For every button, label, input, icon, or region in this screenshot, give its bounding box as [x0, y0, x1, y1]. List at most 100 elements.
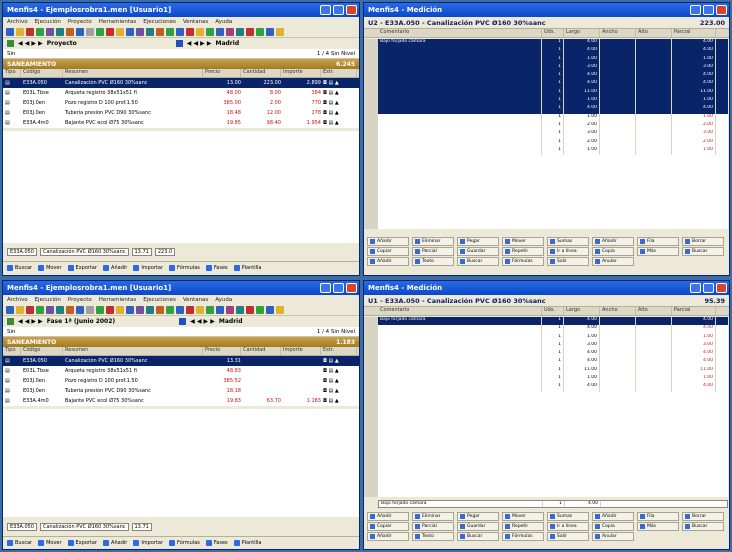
toolbar-button-icon[interactable] — [166, 306, 174, 314]
toolbar-button-icon[interactable] — [36, 306, 44, 314]
measurement-row[interactable]: 1 11.00 11.00 — [378, 88, 728, 98]
toolbar-button-icon[interactable] — [256, 28, 264, 36]
toolbar-button-icon[interactable] — [16, 28, 24, 36]
toolbar-button-icon[interactable] — [146, 28, 154, 36]
table-row[interactable]: ▤ E33A.4m0 Bajante PVC ecol Ø75 30%sanc 19.… — [3, 396, 359, 406]
bottom-toolbar-button[interactable]: Buscar — [7, 264, 32, 271]
table-empty-area[interactable] — [3, 131, 359, 243]
table-row[interactable]: ▤ E03J.0en Tubería presión PVC D90 30%sanc… — [3, 108, 359, 118]
nav-arrows[interactable]: ◀ ◀ ▶ ▶ — [18, 40, 43, 47]
location-icon[interactable] — [179, 318, 187, 325]
toolbar-button-icon[interactable] — [246, 306, 254, 314]
col-precio[interactable]: Precio — [203, 347, 241, 355]
toolbar-button-icon[interactable] — [6, 306, 14, 314]
col-ancho[interactable]: Ancho — [600, 29, 636, 37]
title-bar[interactable]: Menfis4 - Ejemplosrobra1.men [Usuario1] — [3, 281, 359, 295]
col-importe[interactable]: Importe — [281, 347, 321, 355]
measurement-button[interactable]: Texto — [412, 257, 454, 266]
col-comentario[interactable]: Comentario — [378, 307, 542, 315]
table-row[interactable]: ▤ E03J.0en Pozo registro D 100 prof.1.50 38… — [3, 98, 359, 108]
measurement-button[interactable]: Guardar — [457, 522, 499, 531]
table-row[interactable]: ▤ E03L.Tbse Arqueta registro 38x51x51 fi 48… — [3, 88, 359, 98]
measurement-row[interactable]: 1 4.00 4.00 — [378, 383, 728, 392]
minimize-button[interactable] — [690, 5, 701, 15]
col-tipo[interactable]: Tipo — [3, 347, 21, 355]
measurement-button[interactable]: Añadir — [367, 257, 409, 266]
col-parcial[interactable]: Parcial — [672, 307, 716, 315]
toolbar-button-icon[interactable] — [176, 28, 184, 36]
measurement-button[interactable]: Añadir — [367, 532, 409, 541]
title-bar[interactable]: Menfis4 - Ejemplosrobra1.men [Usuario1] — [3, 3, 359, 17]
row-structure-icons[interactable]: ◘ ▤ ▲ — [321, 388, 357, 394]
bottom-toolbar-button[interactable]: Exportar — [67, 539, 97, 546]
toolbar-button-icon[interactable] — [196, 28, 204, 36]
measurement-button[interactable]: Parcial — [412, 247, 454, 256]
measurement-button[interactable]: Fórmulas — [502, 257, 544, 266]
col-estr[interactable]: Estr. — [321, 69, 357, 77]
toolbar-button-icon[interactable] — [206, 28, 214, 36]
toolbar-button-icon[interactable] — [186, 306, 194, 314]
toolbar-button-icon[interactable] — [176, 306, 184, 314]
location-icon[interactable] — [175, 40, 183, 47]
measurement-button[interactable]: Ir a línea — [547, 247, 589, 256]
measurement-row[interactable]: 1 3.00 3.00 — [378, 341, 728, 351]
menu-herramientas[interactable]: Herramientas — [99, 19, 136, 25]
measurement-grid[interactable]: Bajo forjado cámara 1 4.00 4.00 1 4.00 4.00 1 1.… — [378, 317, 728, 497]
measurement-button[interactable]: Añadir — [592, 512, 634, 521]
measurement-button[interactable]: Sumas — [547, 512, 589, 521]
toolbar-button-icon[interactable] — [56, 28, 64, 36]
toolbar-button-icon[interactable] — [166, 28, 174, 36]
row-structure-icons[interactable]: ◘ ▤ ▲ — [321, 358, 357, 364]
menu-archivo[interactable]: Archivo — [7, 19, 28, 25]
measurement-row[interactable]: 1 1.00 1.00 — [378, 375, 728, 384]
col-ancho[interactable]: Ancho — [600, 307, 636, 315]
toolbar-button-icon[interactable] — [186, 28, 194, 36]
measurement-row[interactable]: 1 1.00 1.00 — [378, 333, 728, 342]
bottom-toolbar-button[interactable]: Plantilla — [233, 264, 262, 271]
measurement-button[interactable]: Copiar — [367, 247, 409, 256]
menu-ejecuciones[interactable]: Ejecuciones — [143, 297, 176, 303]
maximize-button[interactable] — [703, 5, 714, 15]
edit-uds[interactable]: 1 — [543, 501, 565, 508]
toolbar-button-icon[interactable] — [106, 306, 114, 314]
measurement-row[interactable]: 1 4.00 4.00 — [378, 358, 728, 367]
table-row[interactable]: ▤ E33A.050 Canalización PVC Ø160 30%sanc 13… — [3, 356, 359, 366]
toolbar-button-icon[interactable] — [246, 28, 254, 36]
measurement-button[interactable]: Buscar — [682, 522, 724, 531]
toolbar-button-icon[interactable] — [136, 306, 144, 314]
col-largo[interactable]: Largo — [564, 29, 600, 37]
toolbar-button-icon[interactable] — [136, 28, 144, 36]
measurement-button[interactable]: Repetir — [502, 522, 544, 531]
measurement-button[interactable]: Más — [637, 247, 679, 256]
row-structure-icons[interactable]: ◘ ▤ ▲ — [321, 100, 357, 106]
toolbar-button-icon[interactable] — [86, 306, 94, 314]
close-button[interactable] — [716, 283, 727, 293]
toolbar-button-icon[interactable] — [66, 306, 74, 314]
menu-ayuda[interactable]: Ayuda — [215, 19, 232, 25]
col-precio[interactable]: Precio — [203, 69, 241, 77]
table-row[interactable]: ▤ E33A.4m0 Bajante PVC ecol Ø75 30%sanc 19.… — [3, 118, 359, 128]
row-structure-icons[interactable]: ◘ ▤ ▲ — [321, 368, 357, 374]
measurement-row[interactable]: 1 4.00 4.00 — [378, 80, 728, 89]
toolbar-button-icon[interactable] — [66, 28, 74, 36]
bottom-toolbar-button[interactable]: Fórmulas — [169, 264, 200, 271]
toolbar-button-icon[interactable] — [56, 306, 64, 314]
toolbar-button-icon[interactable] — [156, 306, 164, 314]
col-cantidad[interactable]: Cantidad — [241, 347, 281, 355]
table-row[interactable]: ▤ E03J.0en Tubería presión PVC D90 30%sanc… — [3, 386, 359, 396]
toolbar-button-icon[interactable] — [16, 306, 24, 314]
measurement-button[interactable]: Fórmulas — [502, 532, 544, 541]
col-alto[interactable]: Alto — [636, 29, 672, 37]
measurement-button[interactable]: Fila — [637, 512, 679, 521]
row-structure-icons[interactable]: ◘ ▤ ▲ — [321, 90, 357, 96]
toolbar-button-icon[interactable] — [156, 28, 164, 36]
measurement-row[interactable]: 1 1.00 1.00 — [378, 97, 728, 106]
toolbar-button-icon[interactable] — [226, 306, 234, 314]
col-comentario[interactable]: Comentario — [378, 29, 542, 37]
toolbar-button-icon[interactable] — [126, 28, 134, 36]
measurement-button[interactable]: Añadir — [367, 237, 409, 246]
measurement-button[interactable]: Eliminar — [412, 512, 454, 521]
col-cantidad[interactable]: Cantidad — [241, 69, 281, 77]
measurement-row[interactable]: 1 11.00 11.00 — [378, 366, 728, 376]
bottom-toolbar-button[interactable]: Plantilla — [233, 539, 262, 546]
